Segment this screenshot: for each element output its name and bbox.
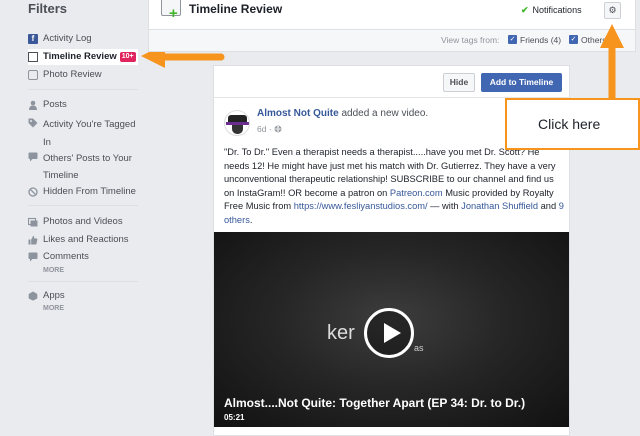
sidebar-item-label: Likes and Reactions: [43, 234, 129, 245]
more-link[interactable]: MORE: [43, 305, 64, 312]
apps-icon: [28, 291, 38, 301]
patreon-link[interactable]: Patreon.com: [390, 188, 443, 198]
video-player[interactable]: ker as Almost....Not Quite: Together Apa…: [214, 232, 569, 427]
video-overlay-text: ker: [327, 322, 355, 344]
timeline-review-icon: [28, 51, 38, 62]
sidebar-item-label: Others' Posts to Your Timeline: [43, 153, 132, 181]
sidebar-item-posts[interactable]: Posts: [28, 98, 138, 111]
comment-icon: [28, 152, 38, 162]
card-actions: Hide Add to Timeline: [214, 66, 569, 98]
sidebar-item-likes[interactable]: Likes and Reactions: [28, 233, 138, 246]
facebook-icon: f: [28, 33, 38, 44]
gear-icon: ⚙: [608, 5, 617, 15]
video-title[interactable]: Almost....Not Quite: Together Apart (EP …: [224, 396, 525, 410]
post-time[interactable]: 6d ·: [257, 124, 274, 134]
sidebar-item-label: Activity You're Tagged In: [43, 119, 136, 148]
sidebar-item-others-posts[interactable]: Others' Posts to Your Timeline: [28, 150, 138, 184]
friends-checkbox-label: Friends (4): [520, 35, 562, 45]
friends-checkbox[interactable]: ✓: [508, 35, 517, 44]
timeline-review-header: + Timeline Review ✔ Notifications ⚙: [148, 0, 636, 30]
sidebar-item-photos-videos[interactable]: Photos and Videos: [27, 215, 138, 228]
sidebar: Filters f Activity Log Timeline Review 1…: [0, 0, 140, 436]
website-link[interactable]: https://www.fesliyanstudios.com/: [294, 201, 428, 211]
view-tags-label: View tags from:: [441, 35, 500, 45]
up-arrow-annotation: [600, 24, 624, 102]
person-icon: [28, 100, 38, 110]
avatar[interactable]: [224, 110, 250, 136]
sidebar-item-photo-review[interactable]: Photo Review: [28, 68, 138, 81]
sidebar-item-label: Apps: [43, 290, 65, 301]
divider: [28, 281, 138, 282]
divider: [28, 205, 138, 206]
view-tags-bar: View tags from: ✓ Friends (4) ✓ Others (…: [148, 30, 636, 52]
comment-icon: [28, 252, 38, 262]
video-duration: 05:21: [224, 413, 245, 422]
filters-heading: Filters: [28, 1, 68, 16]
photos-icon: [27, 217, 38, 227]
check-icon: ✔: [521, 5, 529, 15]
callout-text: Click here: [538, 116, 601, 132]
sidebar-item-timeline-review[interactable]: Timeline Review 10+: [28, 49, 138, 65]
sidebar-item-label: Photos and Videos: [43, 216, 123, 227]
divider: [28, 89, 138, 90]
sidebar-item-hidden[interactable]: Hidden From Timeline: [28, 185, 138, 198]
sidebar-item-label: Timeline Review: [43, 51, 117, 62]
post-header: Almost Not Quite added a new video.: [257, 108, 428, 119]
hide-button[interactable]: Hide: [443, 73, 475, 92]
add-to-timeline-button[interactable]: Add to Timeline: [481, 73, 562, 92]
post-action-text: added a new video.: [338, 108, 429, 119]
count-badge: 10+: [119, 52, 136, 62]
tag-icon: [28, 118, 38, 128]
sidebar-item-label: Comments: [43, 251, 89, 262]
more-link[interactable]: MORE: [43, 267, 64, 274]
globe-icon: [274, 124, 282, 134]
plus-icon: +: [169, 5, 178, 22]
photo-review-icon: [28, 69, 38, 80]
sidebar-item-label: Hidden From Timeline: [43, 186, 136, 197]
play-icon: [384, 323, 401, 343]
sidebar-item-apps[interactable]: Apps: [28, 289, 138, 302]
play-button[interactable]: [364, 308, 414, 358]
notifications-toggle[interactable]: ✔ Notifications: [521, 5, 582, 16]
post-text: "Dr. To Dr." Even a therapist needs a th…: [224, 147, 564, 225]
settings-gear-button[interactable]: ⚙: [604, 2, 621, 19]
sidebar-item-label: Posts: [43, 99, 67, 110]
hidden-icon: [28, 186, 38, 197]
page-title: Timeline Review: [189, 2, 283, 16]
sidebar-item-label: Photo Review: [43, 69, 102, 80]
sidebar-item-comments[interactable]: Comments: [28, 250, 138, 263]
tagged-person-link[interactable]: Jonathan Shuffield: [461, 201, 538, 211]
poster-name-link[interactable]: Almost Not Quite: [257, 108, 339, 119]
click-here-callout: Click here: [505, 98, 640, 150]
thumbs-up-icon: [28, 235, 38, 245]
sidebar-item-label: Activity Log: [43, 33, 92, 44]
sidebar-item-activity-log[interactable]: f Activity Log: [28, 32, 138, 45]
notifications-label: Notifications: [532, 5, 582, 15]
sidebar-item-activity-tagged[interactable]: Activity You're Tagged In: [28, 116, 138, 152]
others-checkbox[interactable]: ✓: [569, 35, 578, 44]
post-meta: 6d ·: [257, 124, 282, 134]
video-overlay-text: as: [414, 343, 424, 353]
